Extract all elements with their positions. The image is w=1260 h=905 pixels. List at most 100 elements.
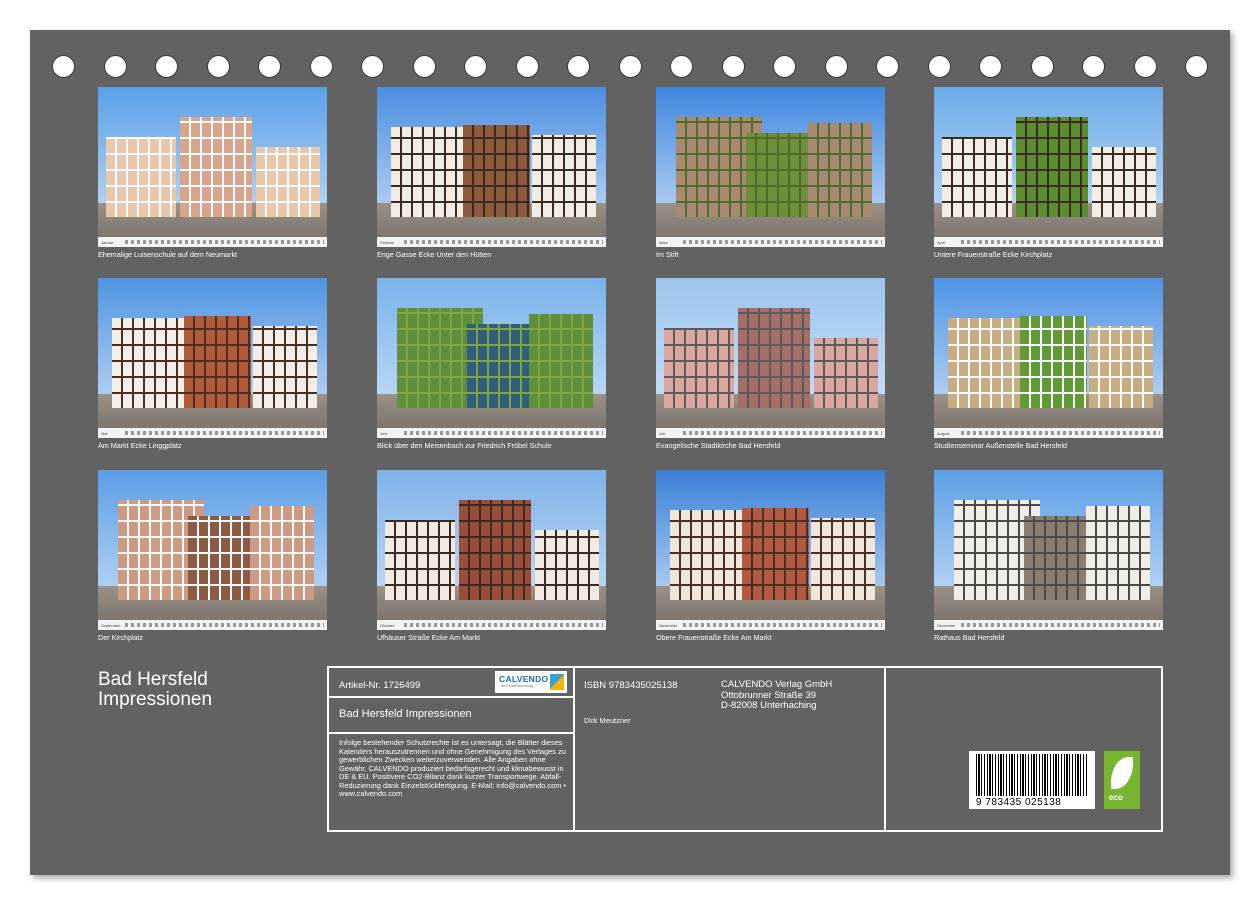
divider	[329, 732, 573, 734]
month-label: Oktober	[380, 622, 395, 628]
binding-hole	[567, 55, 590, 78]
binding-hole	[52, 55, 75, 78]
author: Dirk Meutzner	[584, 716, 631, 725]
binding-hole	[1082, 55, 1105, 78]
calendar-photo: Juni	[377, 278, 606, 438]
photo-building	[180, 117, 252, 217]
book-title: Bad Hersfeld Impressionen	[339, 708, 472, 720]
binding-hole	[721, 55, 745, 78]
eco-badge: eco	[1104, 751, 1140, 809]
photo-building	[188, 516, 250, 600]
month-label: Februar	[380, 239, 395, 245]
day-markers	[404, 623, 603, 627]
photo-caption: Ufhäuser Straße Ecke Am Markt	[377, 633, 481, 642]
calendar-photo: August	[934, 278, 1163, 438]
calendar-photo: Dezember	[934, 470, 1163, 630]
photo-building	[535, 530, 599, 600]
photo-building	[250, 506, 314, 600]
photo-caption: Rathaus Bad Hersfeld	[934, 633, 1005, 642]
divider	[329, 696, 573, 698]
binding-hole	[103, 55, 127, 78]
month-strip: Oktober	[377, 620, 606, 630]
month-label: Januar	[101, 239, 114, 245]
info-box: Artikel-Nr. 1726499 CALVENDO dein Kalend…	[327, 666, 1163, 832]
photo-building	[664, 328, 734, 408]
calendar-photo: Januar	[98, 87, 327, 247]
month-strip: März	[656, 237, 885, 247]
eco-label: eco	[1109, 793, 1123, 802]
month-label: November	[659, 622, 678, 628]
month-strip: Juni	[377, 428, 606, 438]
month-label: September	[101, 622, 121, 628]
photo-building	[746, 133, 808, 217]
day-markers	[683, 240, 882, 244]
photo-building	[106, 137, 176, 217]
isbn-barcode: 9 783435 025138	[969, 751, 1095, 809]
photo-building	[1024, 516, 1086, 600]
photo-caption: Untere Frauenstraße Ecke Kirchplatz	[934, 250, 1053, 259]
photo-caption: Enge Gasse Ecke Unter den Hütten	[377, 250, 492, 259]
month-label: April	[937, 239, 946, 245]
photo-building	[459, 500, 531, 600]
day-markers	[125, 431, 324, 435]
binding-hole	[824, 55, 848, 78]
day-markers	[961, 623, 1160, 627]
photo-building	[1020, 316, 1087, 408]
barcode-bars	[976, 754, 1088, 796]
photo-building	[532, 135, 596, 217]
month-strip: April	[934, 237, 1163, 247]
calendar-photo: April	[934, 87, 1163, 247]
binding-hole	[412, 55, 436, 78]
logo-text: CALVENDO	[499, 674, 549, 684]
barcode-number: 9 783435 025138	[976, 797, 1062, 808]
calendar-photo: Oktober	[377, 470, 606, 630]
photo-caption: Am Markt Ecke Linggplatz	[98, 441, 182, 450]
logo-flag-icon	[550, 674, 564, 690]
calendar-title-line1: Bad Hersfeld	[98, 669, 208, 690]
isbn: ISBN 9783435025138	[584, 680, 678, 691]
photo-building	[256, 147, 320, 217]
photo-caption: Blick über den Meisenbach zur Friedrich …	[377, 441, 552, 450]
month-label: Juni	[380, 430, 388, 436]
photo-building	[814, 338, 878, 408]
divider	[573, 668, 575, 830]
photo-building	[391, 127, 469, 217]
publisher-city: D-82008 Unterhaching	[721, 700, 817, 711]
photo-building	[463, 125, 530, 217]
binding-hole	[464, 55, 487, 78]
article-number: Artikel-Nr. 1726499	[339, 680, 421, 691]
month-strip: Januar	[98, 237, 327, 247]
photo-building	[942, 137, 1012, 217]
calendar-title-line2: Impressionen	[98, 689, 213, 710]
photo-building	[1092, 147, 1156, 217]
logo-subtext: dein Kalenderverlag	[501, 684, 533, 688]
binding-hole	[618, 55, 642, 78]
binding-hole	[979, 55, 1002, 78]
month-strip: November	[656, 620, 885, 630]
day-markers	[125, 240, 324, 244]
photo-caption: Im Stift	[656, 250, 679, 259]
binding-hole	[515, 55, 539, 78]
binding-hole	[927, 55, 951, 78]
photo-building	[385, 520, 455, 600]
day-markers	[404, 431, 603, 435]
binding-hole	[1185, 55, 1208, 78]
photo-caption: Obere Frauenstraße Ecke Am Markt	[656, 633, 772, 642]
binding-hole	[155, 55, 178, 78]
photo-building	[742, 508, 809, 600]
calendar-title: Bad Hersfeld Impressionen	[98, 670, 212, 710]
month-label: Dezember	[937, 622, 956, 628]
binding-hole	[876, 55, 899, 78]
leaf-icon	[1111, 757, 1133, 789]
binding-hole	[1030, 55, 1054, 78]
month-strip: Mai	[98, 428, 327, 438]
month-label: März	[659, 239, 668, 245]
photo-building	[1089, 326, 1153, 408]
divider	[884, 668, 886, 830]
day-markers	[404, 240, 603, 244]
binding-hole	[309, 55, 333, 78]
binding-hole	[258, 55, 281, 78]
calendar-photo: September	[98, 470, 327, 630]
photo-caption: Studienseminar Außenstelle Bad Hersfeld	[934, 441, 1068, 450]
binding-hole	[670, 55, 693, 78]
